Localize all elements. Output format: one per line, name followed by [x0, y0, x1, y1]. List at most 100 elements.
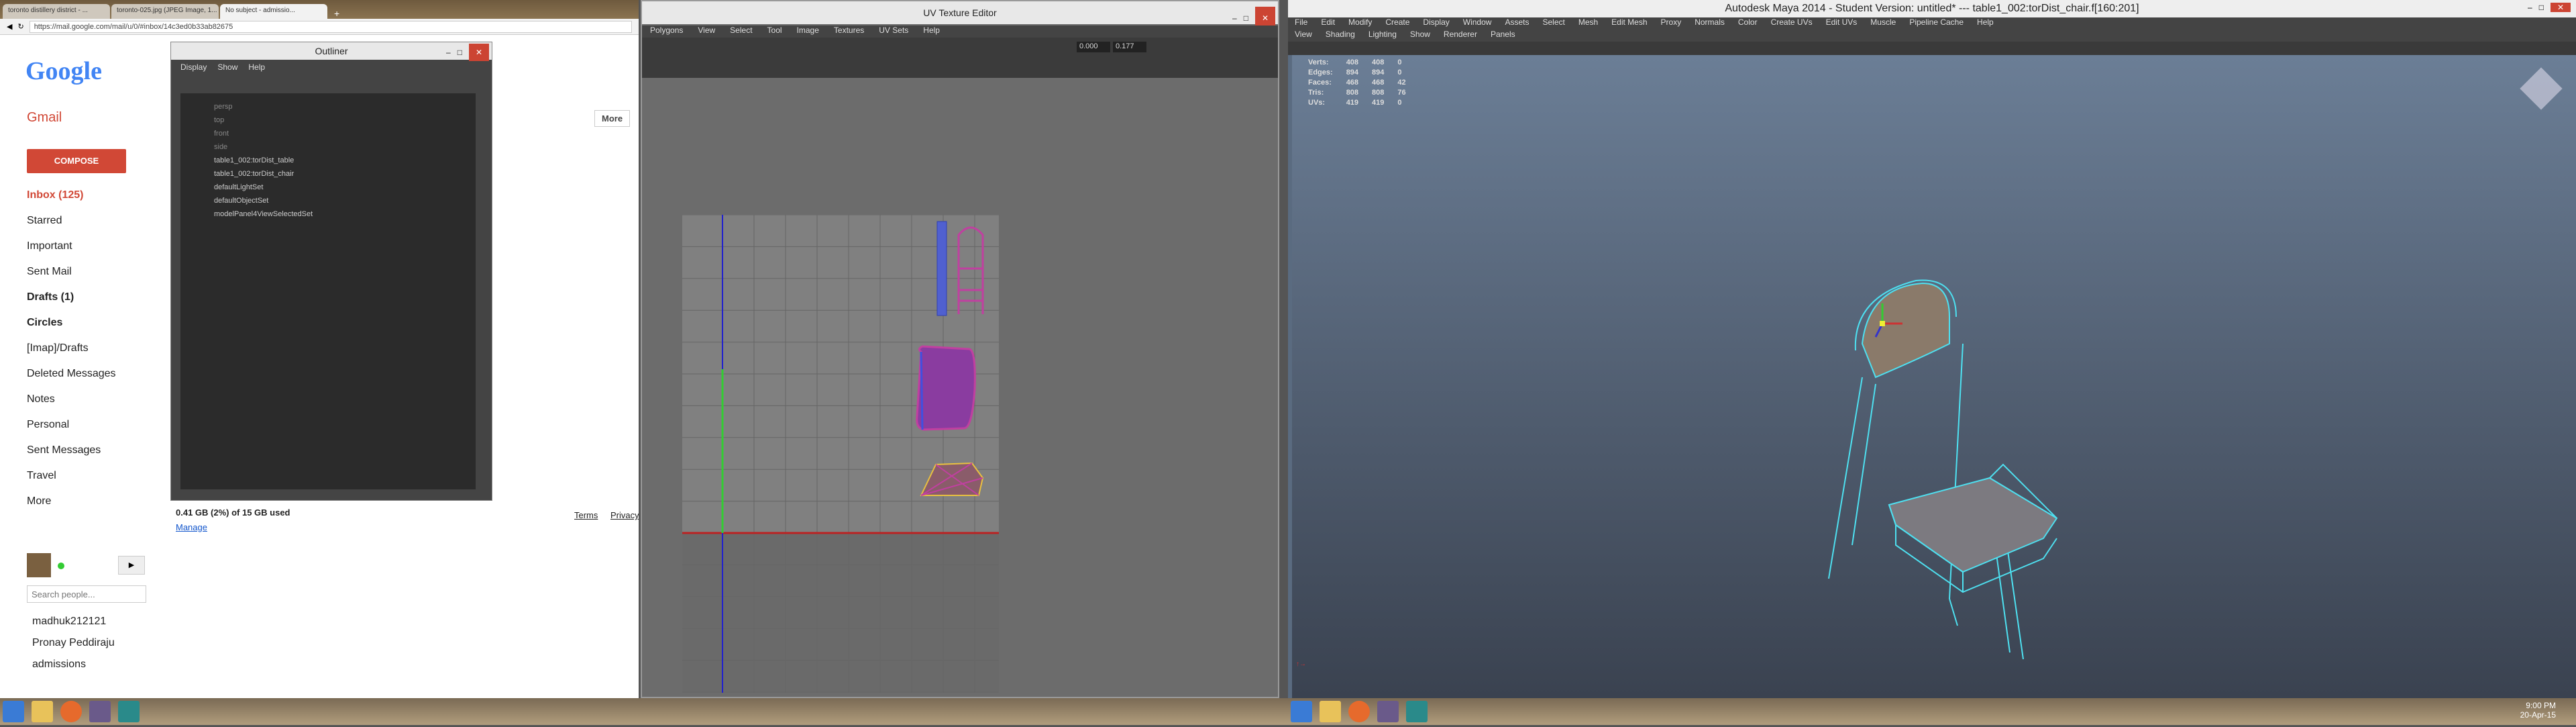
maya-panel-menu-item[interactable]: Panels [1491, 30, 1515, 42]
maya-menu-item[interactable]: Muscle [1870, 17, 1896, 30]
outliner-item[interactable]: side [180, 140, 476, 154]
firefox-icon[interactable] [60, 701, 83, 722]
nav-inbox[interactable]: Inbox (125) [0, 183, 168, 208]
uv-menu-item[interactable]: Tool [767, 26, 782, 38]
uv-menu-item[interactable]: View [698, 26, 715, 38]
nav-travel[interactable]: Travel [0, 463, 168, 489]
avatar[interactable] [27, 553, 51, 577]
maya-panel-menu-item[interactable]: View [1295, 30, 1312, 42]
chrome-tab[interactable]: toronto distillery district - ... [3, 4, 110, 19]
outliner-item[interactable]: persp [180, 100, 476, 113]
outliner-item[interactable]: top [180, 113, 476, 127]
maya-menu-item[interactable]: Display [1423, 17, 1449, 30]
nav-drafts[interactable]: Drafts (1) [0, 285, 168, 310]
nav-sent[interactable]: Sent Mail [0, 259, 168, 285]
new-tab-button[interactable]: + [329, 8, 345, 19]
reload-icon[interactable]: ↻ [17, 22, 23, 31]
maya-menu-item[interactable]: Pipeline Cache [1909, 17, 1964, 30]
viewport-persp[interactable]: Verts: 408 408 0 Edges: 894 894 0 Faces: 468 468 42… [1292, 55, 2576, 698]
viewcube-icon[interactable] [2520, 67, 2563, 110]
contact[interactable]: madhuk212121 [32, 611, 115, 632]
start-button-icon[interactable] [3, 701, 24, 722]
nav-personal[interactable]: Personal [0, 412, 168, 438]
menu-show[interactable]: Show [217, 62, 237, 72]
maya-menu-item[interactable]: Create UVs [1771, 17, 1813, 30]
maya-menu-item[interactable]: Help [1977, 17, 1994, 30]
contact[interactable]: admissions [32, 654, 115, 675]
maya-menu-item[interactable]: File [1295, 17, 1307, 30]
close-icon[interactable]: ✕ [468, 44, 489, 61]
terms-link[interactable]: Terms [574, 510, 598, 520]
chrome-app-icon[interactable] [1377, 701, 1399, 722]
uv-grid-canvas[interactable] [682, 215, 999, 693]
minimize-icon[interactable]: – [2528, 3, 2532, 12]
maya-app-icon[interactable] [118, 701, 140, 722]
nav-starred[interactable]: Starred [0, 208, 168, 234]
chrome-app-icon[interactable] [89, 701, 111, 722]
uv-menu-item[interactable]: UV Sets [879, 26, 908, 38]
maya-app-icon[interactable] [1406, 701, 1428, 722]
file-explorer-icon[interactable] [1320, 701, 1342, 722]
maya-menu-item[interactable]: Normals [1695, 17, 1725, 30]
video-call-button[interactable]: ▶ [118, 556, 145, 575]
outliner-item[interactable]: table1_002:torDist_table [180, 154, 476, 167]
contact[interactable]: Pronay Peddiraju [32, 632, 115, 654]
maya-panel-menu-item[interactable]: Lighting [1368, 30, 1397, 42]
maya-menu-item[interactable]: Window [1463, 17, 1492, 30]
outliner-item[interactable]: defaultLightSet [180, 181, 476, 194]
maya-menu-item[interactable]: Select [1542, 17, 1564, 30]
maximize-icon[interactable]: □ [458, 44, 462, 61]
firefox-icon[interactable] [1348, 701, 1371, 722]
back-icon[interactable]: ◀ [7, 22, 12, 31]
maya-menu-item[interactable]: Assets [1505, 17, 1529, 30]
minimize-icon[interactable]: – [446, 44, 451, 61]
chrome-tab[interactable]: toronto-025.jpg (JPEG Image, 1... [111, 4, 219, 19]
nav-notes[interactable]: Notes [0, 387, 168, 412]
outliner-item[interactable]: defaultObjectSet [180, 194, 476, 207]
nav-important[interactable]: Important [0, 234, 168, 259]
outliner-item[interactable]: modelPanel4ViewSelectedSet [180, 207, 476, 221]
nav-sent-messages[interactable]: Sent Messages [0, 438, 168, 463]
maya-menu-item[interactable]: Edit UVs [1826, 17, 1858, 30]
maya-menu-item[interactable]: Proxy [1661, 17, 1682, 30]
maya-menu-item[interactable]: Mesh [1578, 17, 1598, 30]
search-people-input[interactable] [27, 585, 146, 603]
uv-field-u[interactable]: 0.000 [1077, 42, 1110, 52]
nav-circles[interactable]: Circles [0, 310, 168, 336]
outliner-item[interactable]: table1_002:torDist_chair [180, 167, 476, 181]
nav-more[interactable]: More [0, 489, 168, 514]
maximize-icon[interactable]: □ [2539, 3, 2544, 12]
uv-menu-item[interactable]: Polygons [650, 26, 683, 38]
manage-link[interactable]: Manage [176, 522, 207, 532]
menu-help[interactable]: Help [248, 62, 265, 72]
maya-menu-item[interactable]: Create [1385, 17, 1409, 30]
uv-field-v[interactable]: 0.177 [1113, 42, 1146, 52]
chair-model[interactable] [1788, 223, 2124, 666]
maya-menu-item[interactable]: Color [1738, 17, 1758, 30]
start-button-icon[interactable] [1291, 701, 1312, 722]
maya-menu-item[interactable]: Edit Mesh [1611, 17, 1647, 30]
nav-deleted[interactable]: Deleted Messages [0, 361, 168, 387]
status-dot-icon[interactable] [58, 563, 64, 569]
file-explorer-icon[interactable] [32, 701, 54, 722]
maya-panel-menu-item[interactable]: Shading [1326, 30, 1355, 42]
maya-menu-item[interactable]: Modify [1348, 17, 1372, 30]
nav-imap-drafts[interactable]: [Imap]/Drafts [0, 336, 168, 361]
compose-button[interactable]: COMPOSE [27, 149, 126, 173]
more-button[interactable]: More [594, 110, 631, 127]
close-icon[interactable]: ✕ [2550, 3, 2571, 12]
privacy-link[interactable]: Privacy [610, 510, 639, 520]
maya-panel-menu-item[interactable]: Show [1410, 30, 1430, 42]
uv-menu-item[interactable]: Image [797, 26, 819, 38]
uv-menu-item[interactable]: Help [923, 26, 940, 38]
system-clock[interactable]: 9:00 PM 20-Apr-15 [2520, 701, 2556, 720]
uv-menu-item[interactable]: Textures [834, 26, 864, 38]
maya-menu-item[interactable]: Edit [1321, 17, 1335, 30]
gmail-switcher[interactable]: Gmail [27, 110, 62, 126]
outliner-item[interactable]: front [180, 127, 476, 140]
menu-display[interactable]: Display [180, 62, 207, 72]
address-bar[interactable]: https://mail.google.com/mail/u/0/#inbox/… [29, 20, 632, 33]
maya-panel-menu-item[interactable]: Renderer [1444, 30, 1477, 42]
uv-menu-item[interactable]: Select [730, 26, 752, 38]
chrome-tab-active[interactable]: No subject - admissio... [220, 4, 327, 19]
